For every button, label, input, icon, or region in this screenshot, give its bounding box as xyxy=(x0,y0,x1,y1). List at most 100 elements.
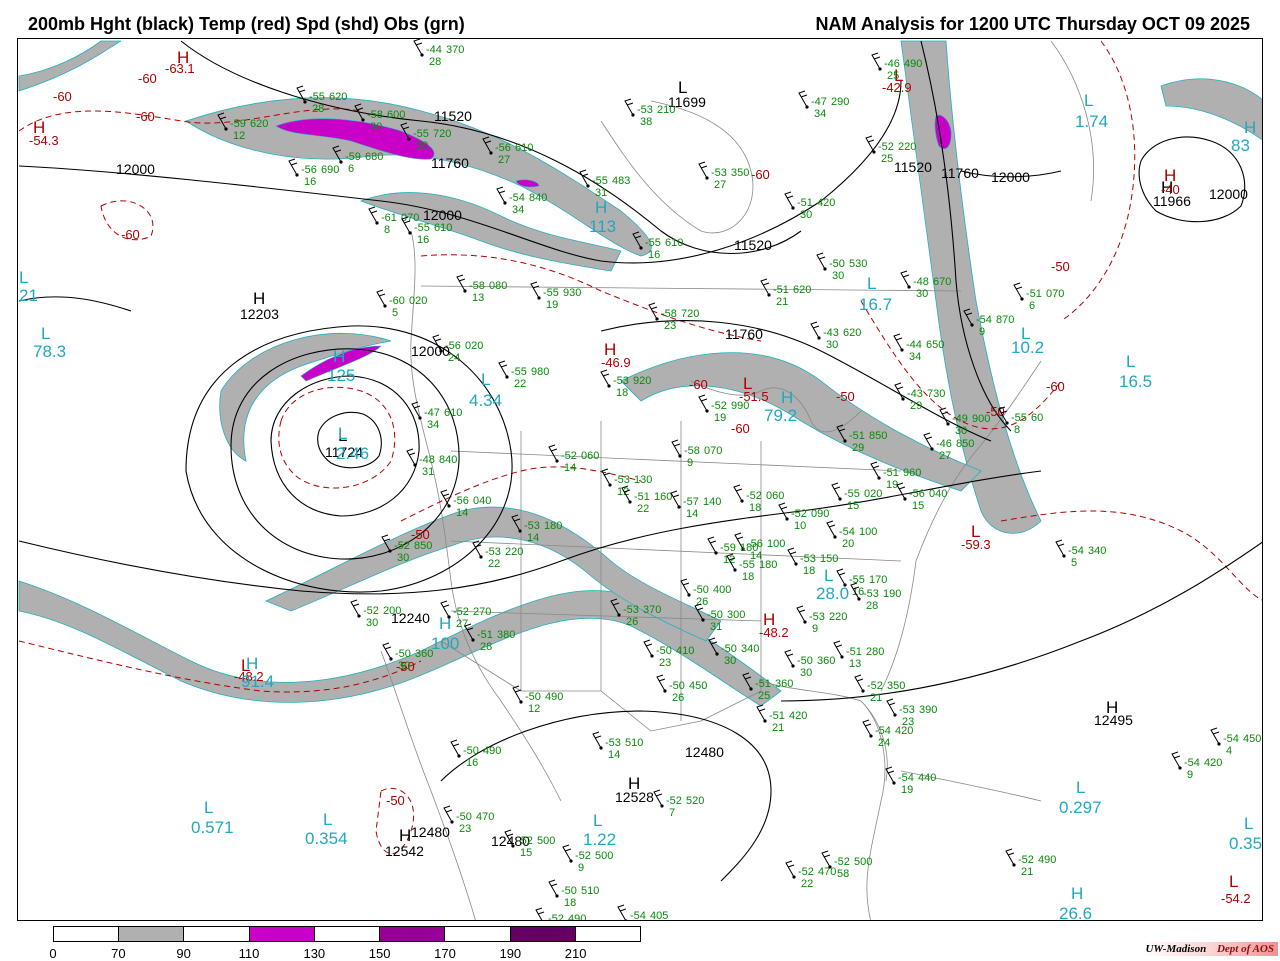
obs-speed: 19 xyxy=(714,412,726,424)
station-dot xyxy=(869,734,873,738)
obs-height: 690 xyxy=(321,164,339,176)
obs-height: 530 xyxy=(849,258,867,270)
station-dot xyxy=(599,746,603,750)
obs-speed: 26 xyxy=(672,692,684,704)
obs-height: 850 xyxy=(414,540,432,552)
speed-center-low: L 2.46 xyxy=(336,424,369,463)
obs-speed: 58 xyxy=(837,868,849,880)
station-dot xyxy=(295,173,299,177)
obs-temp: -55 xyxy=(413,128,429,140)
station-dot xyxy=(705,409,709,413)
legend-tick: 70 xyxy=(111,946,126,961)
height-labels: 12000 11520 11760 11520 11760 12000 1200… xyxy=(116,108,1248,849)
center-letter: L xyxy=(204,798,213,817)
obs-height: 040 xyxy=(473,495,491,507)
obs-height: 60 xyxy=(1031,412,1043,424)
legend-tick: 170 xyxy=(434,946,456,961)
station-dot xyxy=(447,615,451,619)
obs-height: 020 xyxy=(465,340,483,352)
station-dot xyxy=(361,118,365,122)
obs-temp: -52 xyxy=(666,795,682,807)
obs-height: 090 xyxy=(811,508,829,520)
height-label: 12000 xyxy=(116,161,155,177)
temp-label: -50 xyxy=(836,389,855,404)
center-letter: H xyxy=(246,654,258,673)
obs-height: 680 xyxy=(365,151,383,163)
station-dot xyxy=(946,422,950,426)
station-ob: -47 610 34 xyxy=(411,401,462,431)
center-value: 125 xyxy=(327,366,355,385)
obs-speed: 16 xyxy=(417,234,429,246)
station-ob: -544055 xyxy=(617,904,668,921)
obs-height: 100 xyxy=(859,526,877,538)
station-dot xyxy=(1217,742,1221,746)
center-value: 2.46 xyxy=(336,444,369,463)
station-ob: -60 020 5 xyxy=(376,289,427,319)
obs-height: 930 xyxy=(563,287,581,299)
station-dot xyxy=(785,517,789,521)
obs-height: 610 xyxy=(444,407,462,419)
speed-center-low: L 10.2 xyxy=(1011,324,1044,357)
wind-barb xyxy=(831,482,841,500)
center-letter: L xyxy=(323,810,332,829)
jet-band-great-lakes xyxy=(620,352,982,492)
legend-tick: 110 xyxy=(238,946,260,961)
height-label: 12000 xyxy=(1209,186,1248,202)
obs-speed: 23 xyxy=(659,657,671,669)
obs-temp: -50 xyxy=(656,645,672,657)
obs-speed: 15 xyxy=(912,500,924,512)
center-value: -54.2 xyxy=(1221,891,1251,906)
obs-temp: -56 xyxy=(495,142,511,154)
obs-temp: -51 xyxy=(846,646,862,658)
obs-height: 220 xyxy=(829,611,847,623)
obs-height: 900 xyxy=(972,413,990,425)
credit-dept: Dept of AOS xyxy=(1216,943,1274,955)
obs-height: 483 xyxy=(612,175,630,187)
center-value: 0.571 xyxy=(191,818,234,837)
obs-temp: -54 xyxy=(630,910,646,921)
center-value: -40 xyxy=(1161,182,1180,197)
station-dot xyxy=(733,568,737,572)
obs-speed: 14 xyxy=(564,462,576,474)
obs-speed: 16 xyxy=(466,757,478,769)
temp-center-high: H -46.9 xyxy=(601,340,631,370)
obs-temp: -50 xyxy=(456,811,472,823)
obs-height: 070 xyxy=(1046,288,1064,300)
legend-swatch xyxy=(249,927,315,941)
obs-height: 490 xyxy=(904,58,922,70)
obs-temp: -55 xyxy=(511,366,527,378)
obs-height: 020 xyxy=(409,295,427,307)
obs-temp: -54 xyxy=(1223,733,1239,745)
obs-height: 350 xyxy=(731,167,749,179)
obs-temp: -57 xyxy=(683,496,699,508)
station-ob: -50 410 23 xyxy=(643,639,694,669)
speed-center-low: L 1.22 xyxy=(583,811,616,849)
obs-speed: 30 xyxy=(916,288,928,300)
obs-temp: -54 xyxy=(898,772,914,784)
temp-center-high: H -63.1 xyxy=(165,48,195,76)
obs-speed: 16 xyxy=(304,176,316,188)
obs-height: 650 xyxy=(926,339,944,351)
obs-height: 920 xyxy=(633,375,651,387)
station-dot xyxy=(833,535,837,539)
obs-temp: -52 xyxy=(363,605,379,617)
obs-temp: -52 xyxy=(548,913,564,921)
obs-temp: -50 xyxy=(669,680,685,692)
obs-temp: -54 xyxy=(1184,757,1200,769)
obs-height: 620 xyxy=(250,118,268,130)
center-value: 12495 xyxy=(1094,712,1133,728)
obs-height: 370 xyxy=(446,44,464,56)
obs-speed: 22 xyxy=(514,378,526,390)
obs-temp: -52 xyxy=(834,856,850,868)
obs-temp: -54 xyxy=(839,526,855,538)
temp-contour-far-ne xyxy=(1060,40,1136,322)
temp-label: -60 xyxy=(1046,379,1065,394)
center-value: -42.9 xyxy=(882,80,912,95)
obs-temp: -51 xyxy=(755,678,771,690)
obs-height: 420 xyxy=(895,725,913,737)
obs-speed: 20 xyxy=(842,538,854,550)
obs-speed: 12 xyxy=(233,130,245,142)
obs-speed: 24 xyxy=(878,737,890,749)
obs-temp: -43 xyxy=(907,388,923,400)
obs-height: 200 xyxy=(383,605,401,617)
